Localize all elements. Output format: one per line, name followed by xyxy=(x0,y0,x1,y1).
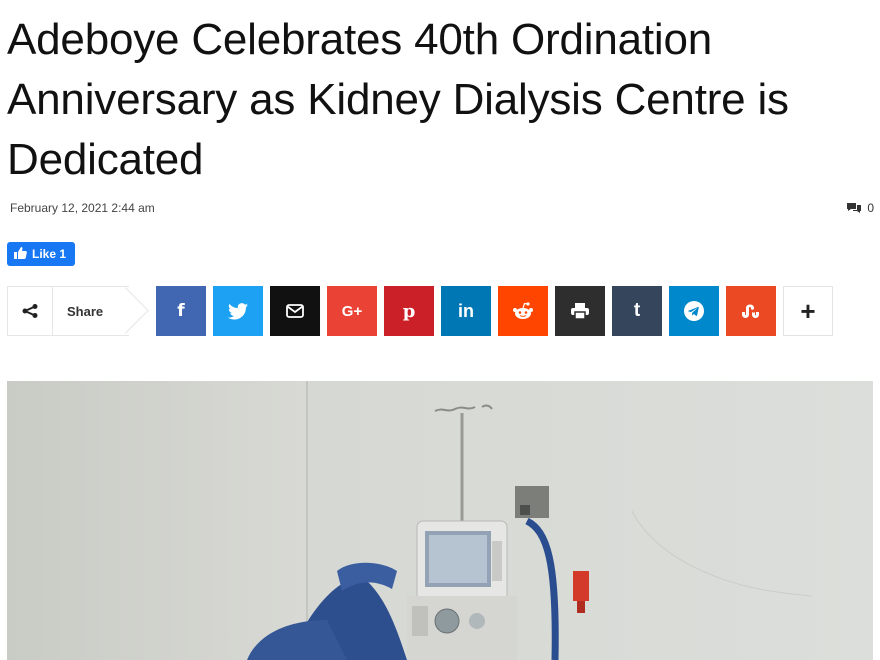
pinterest-icon: p xyxy=(402,300,416,322)
share-linkedin-button[interactable]: in xyxy=(441,286,491,336)
facebook-icon: f xyxy=(177,301,185,321)
share-buttons: f G+ p in t + xyxy=(156,286,833,336)
stumbleupon-icon xyxy=(741,304,761,318)
article-title: Adeboye Celebrates 40th Ordination Anniv… xyxy=(7,15,789,184)
share-email-button[interactable] xyxy=(270,286,320,336)
share-google-plus-button[interactable]: G+ xyxy=(327,286,377,336)
facebook-like-button[interactable]: Like 1 xyxy=(7,242,76,266)
comments-icon xyxy=(846,202,862,214)
comments-count: 0 xyxy=(867,201,874,215)
facebook-like-label: Like 1 xyxy=(32,247,67,261)
article-date: February 12, 2021 2:44 am xyxy=(10,201,155,215)
email-icon xyxy=(286,304,304,318)
comments-link[interactable]: 0 xyxy=(846,201,874,215)
share-print-button[interactable] xyxy=(555,286,605,336)
linkedin-icon: in xyxy=(458,300,474,321)
print-icon xyxy=(571,303,589,319)
twitter-icon xyxy=(228,302,248,320)
dialysis-machine-photo xyxy=(7,381,873,660)
article-photo xyxy=(7,381,873,660)
share-reddit-button[interactable] xyxy=(498,286,548,336)
share-stumbleupon-button[interactable] xyxy=(726,286,776,336)
share-twitter-button[interactable] xyxy=(213,286,263,336)
share-tumblr-button[interactable]: t xyxy=(612,286,662,336)
share-icon xyxy=(8,287,53,335)
share-pinterest-button[interactable]: p xyxy=(384,286,434,336)
reddit-icon xyxy=(512,302,534,320)
share-toggle[interactable]: Share xyxy=(7,286,129,336)
share-label: Share xyxy=(67,303,104,319)
telegram-icon xyxy=(684,301,704,321)
thumbs-up-icon xyxy=(14,246,27,262)
share-telegram-button[interactable] xyxy=(669,286,719,336)
share-facebook-button[interactable]: f xyxy=(156,286,206,336)
google-plus-icon: G+ xyxy=(341,302,363,320)
share-more-button[interactable]: + xyxy=(783,286,833,336)
tumblr-icon: t xyxy=(633,300,641,321)
plus-icon: + xyxy=(800,295,816,326)
